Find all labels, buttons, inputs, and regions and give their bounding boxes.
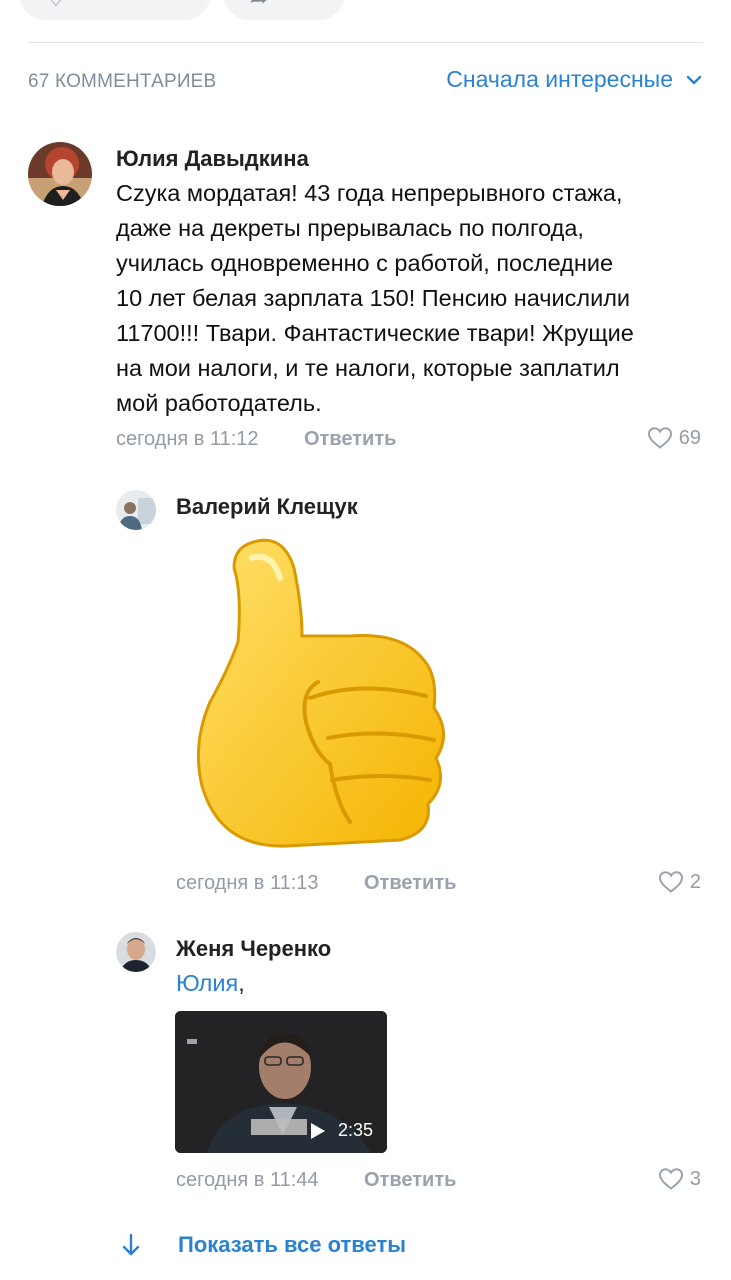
comment-timestamp: сегодня в 11:12 — [116, 428, 259, 450]
comment-author[interactable]: Юлия Давыдкина — [116, 146, 309, 172]
video-duration: 2:35 — [337, 1120, 373, 1140]
show-all-replies-button[interactable]: Показать все ответы — [120, 1232, 406, 1258]
comment-line: 10 лет белая зарплата 150! Пенсию начисл… — [116, 285, 631, 311]
like-count: 3 — [689, 1167, 701, 1190]
arrow-down-icon — [122, 1233, 140, 1256]
comment: Юлия Давыдкина Сzука мордатая! 43 года н… — [0, 0, 731, 470]
reply-button[interactable]: Ответить — [364, 872, 456, 895]
reply: Женя Черенко Юлия, 2:35 сегодня в 11:44 … — [0, 910, 731, 1210]
heart-outline-icon — [658, 871, 683, 893]
heart-outline-icon — [658, 1168, 683, 1190]
comment-line: училась одновременно с работой, последни… — [116, 250, 614, 276]
heart-outline-icon — [647, 427, 672, 449]
comment-line: 11700!!! Твари. Фантастические твари! Жр… — [116, 320, 634, 346]
show-all-label: Показать все ответы — [178, 1232, 407, 1257]
reply-button[interactable]: Ответить — [304, 428, 396, 451]
video-attachment[interactable]: 2:35 — [175, 1011, 387, 1153]
reply-author[interactable]: Женя Черенко — [176, 936, 331, 962]
avatar[interactable] — [28, 142, 92, 206]
avatar[interactable] — [116, 490, 156, 530]
comment-line: на мои налоги, и те налоги, которые запл… — [116, 355, 620, 381]
comment-line: мой работодатель. — [116, 390, 322, 416]
reply-timestamp: сегодня в 11:13 — [176, 872, 319, 894]
like-button[interactable]: 3 — [658, 1167, 701, 1191]
avatar[interactable] — [116, 932, 156, 972]
reply-text: Юлия, — [176, 970, 245, 997]
reply-timestamp: сегодня в 11:44 — [176, 1169, 319, 1191]
like-button[interactable]: 2 — [658, 870, 701, 894]
reply-button[interactable]: Ответить — [364, 1169, 456, 1192]
thumbs-up-sticker — [196, 538, 445, 848]
play-icon — [311, 1123, 325, 1139]
like-button[interactable]: 69 — [647, 426, 701, 450]
like-count: 2 — [689, 870, 701, 893]
like-count: 69 — [678, 426, 701, 449]
comment-text: Сzука мордатая! 43 года непрерывного ста… — [116, 176, 716, 421]
reply: Валерий Клещук сегодня в 11:13 Ответить … — [0, 470, 731, 910]
reply-author[interactable]: Валерий Клещук — [176, 494, 358, 520]
comment-line: даже на декреты прерывалась по полгода, — [116, 215, 584, 241]
mention-link[interactable]: Юлия — [176, 970, 238, 996]
mention-suffix: , — [238, 970, 245, 996]
comment-line: Сzука мордатая! 43 года непрерывного ста… — [116, 180, 623, 206]
